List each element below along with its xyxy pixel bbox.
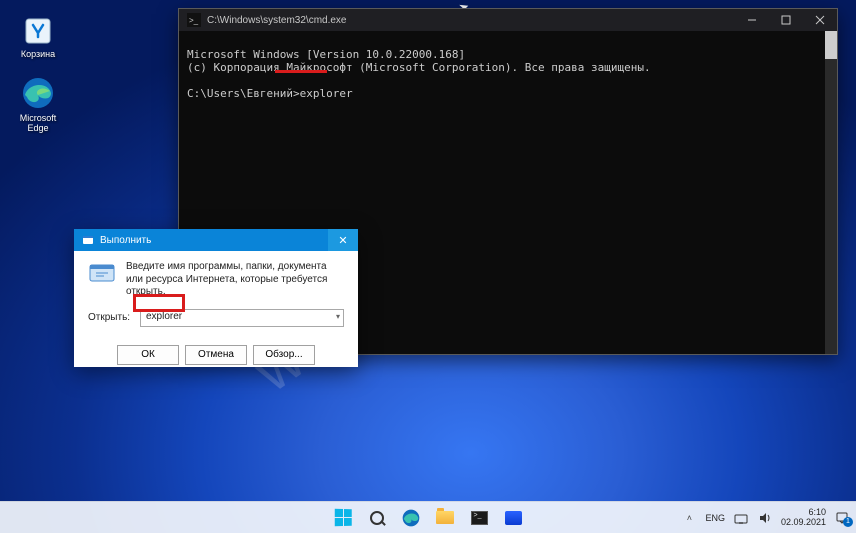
- recycle-bin[interactable]: Корзина: [8, 10, 68, 60]
- edge-icon: [19, 74, 57, 112]
- run-open-label: Открыть:: [88, 312, 132, 323]
- browse-button[interactable]: Обзор...: [253, 345, 315, 365]
- run-input[interactable]: explorer ▾: [140, 309, 344, 327]
- windows-icon: [334, 509, 351, 527]
- taskbar-center: [328, 504, 528, 532]
- scrollbar-track[interactable]: [825, 31, 837, 354]
- run-input-value: explorer: [146, 311, 182, 322]
- language-indicator[interactable]: ENG: [705, 510, 725, 526]
- search-icon: [370, 511, 384, 525]
- notifications-button[interactable]: [834, 510, 850, 526]
- run-body: Введите имя программы, папки, документа …: [74, 251, 358, 375]
- icon-label: Корзина: [8, 50, 68, 60]
- ok-button[interactable]: ОК: [117, 345, 179, 365]
- taskbar-app[interactable]: [498, 504, 528, 532]
- desktop-icons: Корзина Microsoft Edge: [8, 10, 68, 148]
- taskbar-tray: ˄ ENG 6:10 02.09.2021: [681, 508, 850, 528]
- edge-icon: [401, 508, 421, 528]
- minimize-button[interactable]: [735, 9, 769, 31]
- cmd-command: explorer: [300, 87, 353, 100]
- run-title: Выполнить: [100, 235, 328, 246]
- network-icon[interactable]: [733, 510, 749, 526]
- start-button[interactable]: [328, 504, 358, 532]
- clock-date: 02.09.2021: [781, 518, 826, 528]
- volume-icon[interactable]: [757, 510, 773, 526]
- svg-text:>_: >_: [189, 16, 199, 25]
- highlight-underline: [275, 70, 327, 73]
- icon-label: Microsoft Edge: [8, 114, 68, 134]
- scrollbar-thumb[interactable]: [825, 31, 837, 59]
- recycle-bin-icon: [19, 10, 57, 48]
- cmd-title: C:\Windows\system32\cmd.exe: [207, 15, 735, 26]
- run-icon: [82, 234, 94, 246]
- cmd-icon: >_: [187, 13, 201, 27]
- taskbar-explorer[interactable]: [430, 504, 460, 532]
- desktop: ➤ windowstips.ru Корзина Microsoft Edge …: [0, 0, 856, 533]
- run-app-icon: [88, 261, 116, 285]
- chevron-down-icon[interactable]: ▾: [336, 312, 340, 321]
- clock[interactable]: 6:10 02.09.2021: [781, 508, 826, 528]
- folder-icon: [436, 511, 454, 524]
- taskbar-cmd[interactable]: [464, 504, 494, 532]
- cmd-titlebar[interactable]: >_ C:\Windows\system32\cmd.exe: [179, 9, 837, 31]
- cancel-button[interactable]: Отмена: [185, 345, 247, 365]
- taskbar: ˄ ENG 6:10 02.09.2021: [0, 501, 856, 533]
- run-titlebar[interactable]: Выполнить ✕: [74, 229, 358, 251]
- close-button[interactable]: ✕: [328, 229, 358, 251]
- edge-browser[interactable]: Microsoft Edge: [8, 74, 68, 134]
- run-dialog: Выполнить ✕ Введите имя программы, папки…: [74, 229, 358, 367]
- cmd-icon: [471, 511, 488, 525]
- tray-overflow[interactable]: ˄: [681, 510, 697, 526]
- taskbar-edge[interactable]: [396, 504, 426, 532]
- maximize-button[interactable]: [769, 9, 803, 31]
- cmd-line: (c) Корпорация Майкрософт (Microsoft Cor…: [187, 61, 651, 74]
- cmd-line: Microsoft Windows [Version 10.0.22000.16…: [187, 48, 465, 61]
- app-icon: [505, 511, 522, 525]
- close-button[interactable]: [803, 9, 837, 31]
- cmd-prompt: C:\Users\Евгений>: [187, 87, 300, 100]
- search-button[interactable]: [362, 504, 392, 532]
- run-description: Введите имя программы, папки, документа …: [126, 261, 344, 299]
